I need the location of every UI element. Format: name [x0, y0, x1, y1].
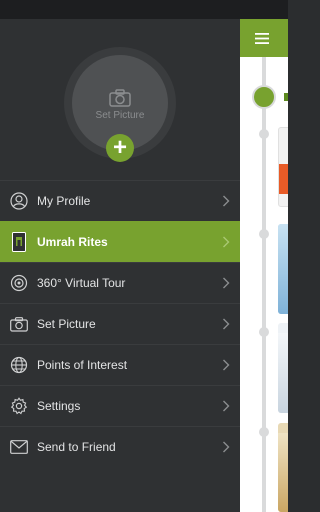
chevron-right-icon [223, 400, 230, 412]
profile-picture-area: Set Picture + [0, 19, 240, 180]
status-bar [0, 0, 288, 19]
menu-item-set-picture[interactable]: Set Picture [0, 303, 240, 344]
chevron-right-icon [223, 195, 230, 207]
menu-item-settings[interactable]: Settings [0, 385, 240, 426]
main-content-peek [240, 19, 288, 512]
menu-item-label: Points of Interest [37, 358, 128, 372]
timeline-line [262, 57, 266, 512]
card-image [278, 224, 288, 314]
chevron-right-icon [223, 441, 230, 453]
timeline-node [259, 129, 269, 139]
timeline-card[interactable] [278, 423, 288, 512]
card-image [278, 333, 288, 413]
menu-item-label: 360° Virtual Tour [37, 276, 126, 290]
menu-item-label: Settings [37, 399, 81, 413]
chevron-right-icon [223, 318, 230, 330]
camera-icon [109, 89, 131, 107]
chevron-right-icon [223, 277, 230, 289]
menu-item-points-of-interest[interactable]: Points of Interest [0, 344, 240, 385]
kaaba-icon [9, 232, 29, 252]
globe-icon [9, 355, 29, 375]
add-picture-button[interactable]: + [106, 134, 134, 162]
camera-icon [9, 314, 29, 334]
user-icon [9, 191, 29, 211]
chevron-right-icon [223, 359, 230, 371]
card-image [279, 164, 288, 194]
timeline-card[interactable] [278, 127, 288, 207]
app-bar [240, 19, 288, 57]
card-image [278, 433, 288, 512]
menu-item-360-virtual-tour[interactable]: 360° Virtual Tour [0, 262, 240, 303]
avatar-label: Set Picture [95, 110, 145, 121]
menu-item-send-to-friend[interactable]: Send to Friend [0, 426, 240, 467]
timeline-start-marker [252, 85, 276, 109]
timeline-card[interactable] [278, 323, 288, 413]
timeline-node [259, 327, 269, 337]
menu-item-label: Send to Friend [37, 440, 116, 454]
chevron-right-icon [223, 236, 230, 248]
timeline-card[interactable] [278, 224, 288, 314]
gear-icon [9, 396, 29, 416]
timeline-node [259, 427, 269, 437]
menu-item-label: Set Picture [37, 317, 96, 331]
360-tour-icon [9, 273, 29, 293]
timeline-label-stub [284, 93, 288, 101]
menu-item-label: My Profile [37, 194, 91, 208]
menu-item-label: Umrah Rites [37, 235, 108, 249]
timeline-node [259, 229, 269, 239]
drawer-menu: My Profile Umrah Rites 360° Virtual Tour… [0, 180, 240, 467]
menu-item-umrah-rites[interactable]: Umrah Rites [0, 221, 240, 262]
envelope-icon [9, 437, 29, 457]
hamburger-menu-icon[interactable] [255, 33, 269, 44]
menu-item-my-profile[interactable]: My Profile [0, 180, 240, 221]
navigation-drawer: Set Picture + My Profile Umrah Rites 360… [0, 19, 240, 512]
